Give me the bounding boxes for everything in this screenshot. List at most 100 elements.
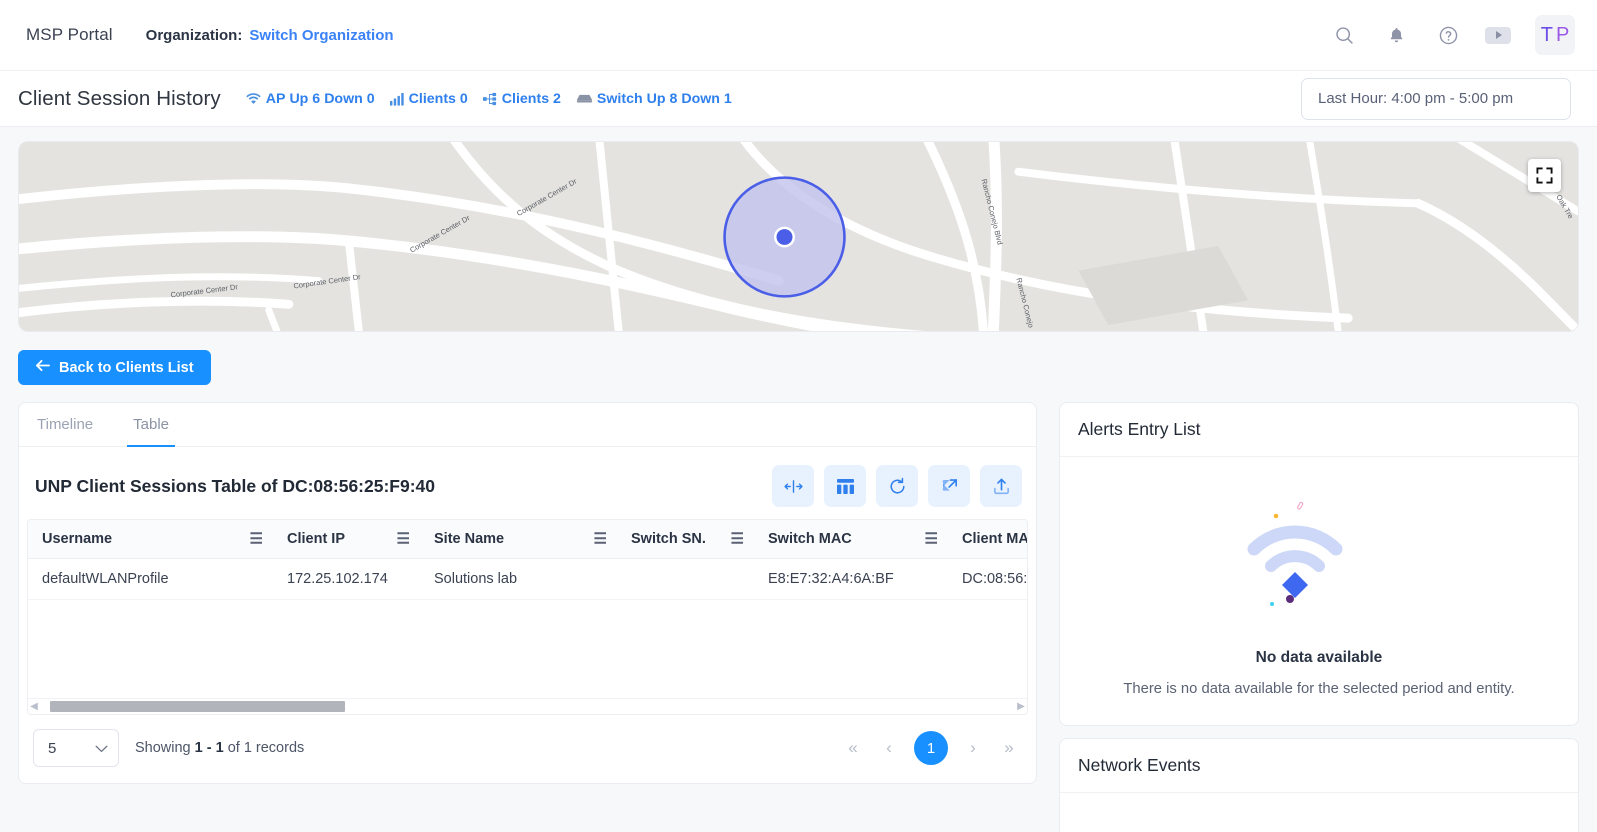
sessions-column: Timeline Table UNP Client Sessions Table… [18,402,1037,784]
column-menu-icon[interactable]: ☰ [731,532,744,547]
column-header-switch-mac[interactable]: Switch MAC ☰ [754,520,948,559]
column-menu-icon[interactable]: ☰ [250,532,263,547]
scroll-left-arrow[interactable]: ◀ [28,701,40,712]
switch-icon [576,92,593,105]
column-menu-icon[interactable]: ☰ [594,532,607,547]
pagination-last[interactable]: » [998,734,1020,762]
alerts-empty-state: No data available There is no data avail… [1060,457,1578,725]
sessions-table-wrapper: Username ☰ Client IP ☰ Site Name ☰ [27,519,1028,715]
pagination-prev[interactable]: ‹ [878,734,900,762]
table-toolbar [772,465,1022,507]
status-wired-clients[interactable]: Clients 2 [483,91,561,107]
network-events-empty-state [1060,793,1578,832]
column-header-client-mac[interactable]: Client MAC [948,520,1028,559]
avatar-initial-second: P [1556,24,1569,47]
table-pagination: 5 Showing 1 - 1 of 1 records « ‹ 1 [19,715,1036,783]
scrollbar-thumb[interactable] [50,701,345,712]
pagination-controls: « ‹ 1 › » [842,731,1020,765]
pagination-next[interactable]: › [962,734,984,762]
network-events-panel-title: Network Events [1060,739,1578,793]
alerts-empty-subtitle: There is no data available for the selec… [1070,681,1568,697]
lower-section: Timeline Table UNP Client Sessions Table… [18,402,1579,832]
organization-selector: Organization: Switch Organization [146,27,394,44]
cell-client-ip: 172.25.102.174 [273,559,420,600]
column-label: Site Name [434,531,504,547]
column-header-site-name[interactable]: Site Name ☰ [420,520,617,559]
bell-icon[interactable] [1381,20,1411,50]
status-wireless-clients-label: Clients 0 [409,91,468,107]
map-marker [725,178,845,297]
topology-icon [483,92,498,106]
search-icon[interactable] [1329,20,1359,50]
cell-switch-mac: E8:E7:32:A4:6A:BF [754,559,948,600]
cell-client-mac: DC:08:56:25:F9:40 [948,559,1028,600]
no-data-wifi-illustration [1232,491,1407,641]
refresh-icon[interactable] [876,465,918,507]
play-video-icon[interactable] [1485,27,1511,44]
pagination-first[interactable]: « [842,734,864,762]
top-nav-actions: TP [1329,15,1575,55]
arrow-left-icon [35,359,50,376]
table-title: UNP Client Sessions Table of DC:08:56:25… [35,476,435,497]
column-label: Username [42,531,112,547]
time-range-picker[interactable]: Last Hour: 4:00 pm - 5:00 pm [1301,78,1571,120]
network-status-bar: AP Up 6 Down 0 Clients 0 [245,91,732,107]
expand-icon[interactable] [928,465,970,507]
resize-columns-icon[interactable] [772,465,814,507]
map-canvas: Corporate Center Dr Corporate Center Dr … [19,142,1578,331]
alerts-panel-title: Alerts Entry List [1060,403,1578,457]
status-ap[interactable]: AP Up 6 Down 0 [245,91,375,107]
column-label: Switch SN. [631,531,706,547]
location-map[interactable]: Corporate Center Dr Corporate Center Dr … [18,141,1579,332]
records-summary: Showing 1 - 1 of 1 records [135,740,304,756]
column-header-client-ip[interactable]: Client IP ☰ [273,520,420,559]
export-icon[interactable] [980,465,1022,507]
column-header-username[interactable]: Username ☰ [28,520,273,559]
scroll-right-arrow[interactable]: ▶ [1015,701,1027,712]
cell-site-name: Solutions lab [420,559,617,600]
sessions-panel: Timeline Table UNP Client Sessions Table… [18,402,1037,784]
status-ap-up: Up 6 [289,91,320,107]
column-header-switch-sn[interactable]: Switch SN. ☰ [617,520,754,559]
status-switch[interactable]: Switch Up 8 Down 1 [576,91,732,107]
help-circle-icon[interactable] [1433,20,1463,50]
column-label: Client IP [287,531,345,547]
map-fullscreen-button[interactable] [1528,159,1561,192]
status-switch-up: Switch Up 8 [597,91,677,107]
table-body: defaultWLANProfile 172.25.102.174 Soluti… [28,559,1028,600]
avatar-initial-first: T [1541,24,1553,47]
page-header: Client Session History AP Up 6 Down 0 [0,71,1597,127]
side-panels-column: Alerts Entry List No data available Ther… [1059,402,1579,832]
status-switch-down: Down 1 [681,91,731,107]
status-ap-label: AP [266,91,286,107]
pagination-page-1[interactable]: 1 [914,731,948,765]
sessions-table: Username ☰ Client IP ☰ Site Name ☰ [28,520,1028,600]
chevron-down-icon [95,740,108,757]
column-settings-icon[interactable] [824,465,866,507]
back-to-clients-list-button[interactable]: Back to Clients List [18,350,211,385]
status-wireless-clients[interactable]: Clients 0 [390,91,468,107]
cell-switch-sn [617,559,754,600]
tab-table[interactable]: Table [127,403,175,447]
status-wired-clients-label: Clients 2 [502,91,561,107]
column-menu-icon[interactable]: ☰ [925,532,938,547]
app-brand[interactable]: MSP Portal [26,25,113,45]
view-tabs: Timeline Table [19,403,1036,447]
back-button-label: Back to Clients List [59,360,194,376]
showing-range: 1 - 1 [195,740,224,756]
column-label: Switch MAC [768,531,852,547]
table-row[interactable]: defaultWLANProfile 172.25.102.174 Soluti… [28,559,1028,600]
organization-label: Organization: [146,27,243,44]
wifi-icon [245,92,262,106]
scrollbar-track[interactable] [40,701,1015,712]
tab-timeline[interactable]: Timeline [31,403,99,447]
page-size-select[interactable]: 5 [33,729,119,767]
table-horizontal-scrollbar[interactable]: ◀ ▶ [28,698,1027,714]
network-events-panel: Network Events [1059,738,1579,832]
switch-organization-link[interactable]: Switch Organization [249,27,393,44]
column-menu-icon[interactable]: ☰ [397,532,410,547]
user-avatar[interactable]: TP [1535,15,1575,55]
table-header: UNP Client Sessions Table of DC:08:56:25… [19,447,1036,519]
alerts-entry-list-panel: Alerts Entry List No data available Ther… [1059,402,1579,726]
top-navigation-bar: MSP Portal Organization: Switch Organiza… [0,0,1597,71]
